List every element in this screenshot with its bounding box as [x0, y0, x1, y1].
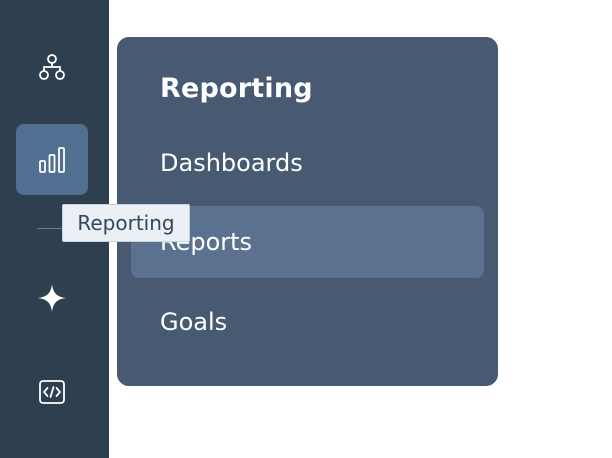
menu-item-dashboards[interactable]: Dashboards: [131, 127, 484, 199]
menu-item-label: Goals: [160, 308, 228, 336]
menu-item-label: Dashboards: [160, 149, 303, 177]
sidebar-item-developer[interactable]: [16, 356, 88, 427]
reporting-tooltip: Reporting: [62, 204, 190, 242]
menu-item-goals[interactable]: Goals: [131, 286, 484, 358]
sidebar-item-reporting[interactable]: [16, 124, 88, 195]
bar-chart-icon: [39, 146, 65, 173]
sparkle-icon: [38, 283, 66, 312]
sidebar-item-ai[interactable]: [16, 262, 88, 333]
code-icon: [39, 379, 65, 404]
sidebar-item-org[interactable]: [16, 31, 88, 102]
flyout-title: Reporting: [160, 73, 313, 104]
page: Reporting Dashboards Reports Goals Repor…: [0, 0, 612, 458]
org-chart-icon: [39, 53, 65, 80]
